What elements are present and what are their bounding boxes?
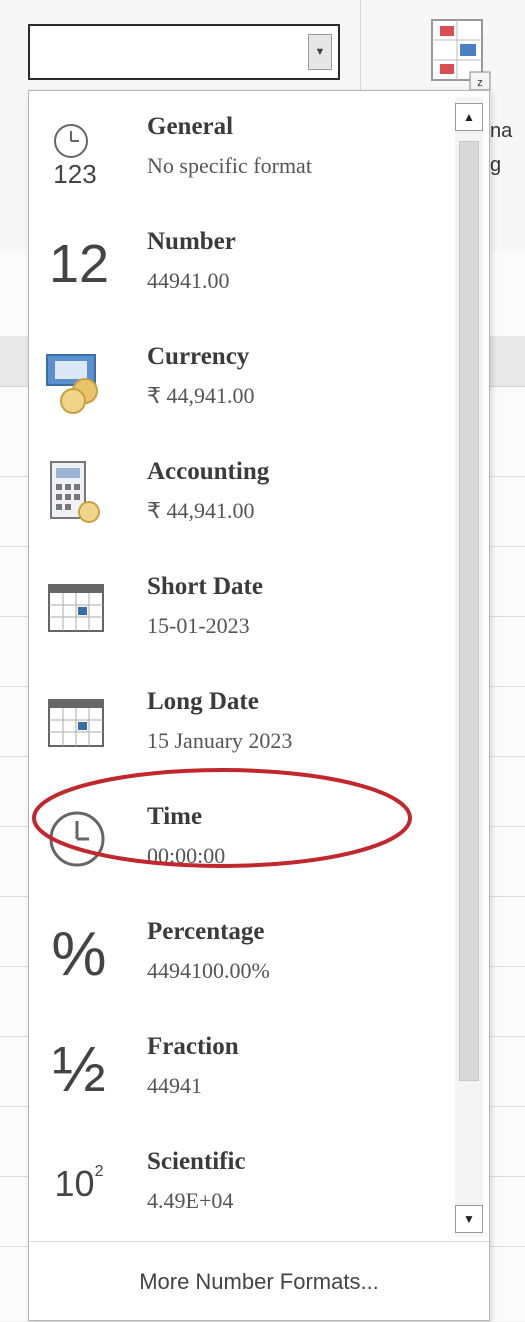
conditional-formatting-icon[interactable]: z	[430, 18, 494, 92]
format-sample: 00:00:00	[147, 843, 226, 868]
calendar-icon	[39, 569, 119, 649]
ribbon-label-fragment: na	[490, 120, 513, 142]
number-12-icon: 12	[39, 224, 119, 304]
scroll-thumb[interactable]	[459, 141, 479, 1081]
format-item-general[interactable]: 123 General No specific format	[29, 91, 449, 206]
format-list: 123 General No specific format 12 Number…	[29, 91, 449, 1237]
format-sample: 15 January 2023	[147, 728, 293, 753]
number-glyph: 12	[48, 234, 110, 294]
format-sample: 44941.00	[147, 268, 230, 293]
clock-123-icon: 123	[39, 109, 119, 189]
dropdown-scrollbar[interactable]: ▲ ▼	[455, 97, 483, 1237]
format-name: Short Date	[147, 573, 263, 600]
percent-glyph: %	[51, 919, 107, 989]
scientific-base-glyph: 10	[54, 1163, 95, 1204]
format-item-scientific[interactable]: 10 2 Scientific 4.49E+04	[29, 1126, 449, 1241]
format-name: Fraction	[147, 1033, 239, 1060]
format-item-fraction[interactable]: ½ Fraction 44941	[29, 1011, 449, 1126]
format-name: Number	[147, 228, 236, 255]
fraction-glyph: ½	[52, 1033, 106, 1105]
format-sample: ₹ 44,941.00	[147, 498, 255, 523]
format-sample: 4.49E+04	[147, 1188, 234, 1213]
format-item-accounting[interactable]: Accounting ₹ 44,941.00	[29, 436, 449, 551]
scientific-icon: 10 2	[39, 1144, 119, 1224]
number-format-dropdown: 123 General No specific format 12 Number…	[28, 90, 490, 1321]
clock-icon	[39, 799, 119, 879]
general-glyph: 123	[53, 159, 96, 189]
format-sample: 4494100.00%	[147, 958, 270, 983]
format-name: Scientific	[147, 1148, 246, 1175]
chevron-down-icon[interactable]: ▼	[308, 34, 332, 70]
format-name: Time	[147, 803, 203, 830]
currency-icon	[39, 339, 119, 419]
accounting-icon	[39, 454, 119, 534]
format-item-percentage[interactable]: % Percentage 4494100.00%	[29, 896, 449, 1011]
format-sample: No specific format	[147, 153, 312, 178]
dropdown-footer: More Number Formats...	[29, 1241, 489, 1322]
scientific-exponent-glyph: 2	[94, 1163, 104, 1180]
percent-icon: %	[39, 914, 119, 994]
format-item-time[interactable]: Time 00:00:00	[29, 781, 449, 896]
format-name: Currency	[147, 343, 250, 370]
calendar-icon	[39, 684, 119, 764]
svg-text:z: z	[477, 77, 483, 89]
format-sample: ₹ 44,941.00	[147, 383, 255, 408]
format-name: Long Date	[147, 688, 259, 715]
number-format-combobox[interactable]: ▼	[28, 24, 340, 80]
more-number-formats-link[interactable]: More Number Formats...	[139, 1269, 379, 1295]
format-item-short-date[interactable]: Short Date 15-01-2023	[29, 551, 449, 666]
format-name: Percentage	[147, 918, 265, 945]
fraction-icon: ½	[39, 1029, 119, 1109]
ribbon-label-fragment: g	[490, 154, 502, 176]
format-item-currency[interactable]: Currency ₹ 44,941.00	[29, 321, 449, 436]
number-format-input[interactable]	[34, 30, 304, 74]
scroll-down-arrow-icon[interactable]: ▼	[455, 1205, 483, 1233]
format-name: General	[147, 113, 234, 140]
format-item-long-date[interactable]: Long Date 15 January 2023	[29, 666, 449, 781]
scroll-up-arrow-icon[interactable]: ▲	[455, 103, 483, 131]
format-name: Accounting	[147, 458, 270, 485]
format-sample: 15-01-2023	[147, 613, 250, 638]
format-item-number[interactable]: 12 Number 44941.00	[29, 206, 449, 321]
format-sample: 44941	[147, 1073, 202, 1098]
